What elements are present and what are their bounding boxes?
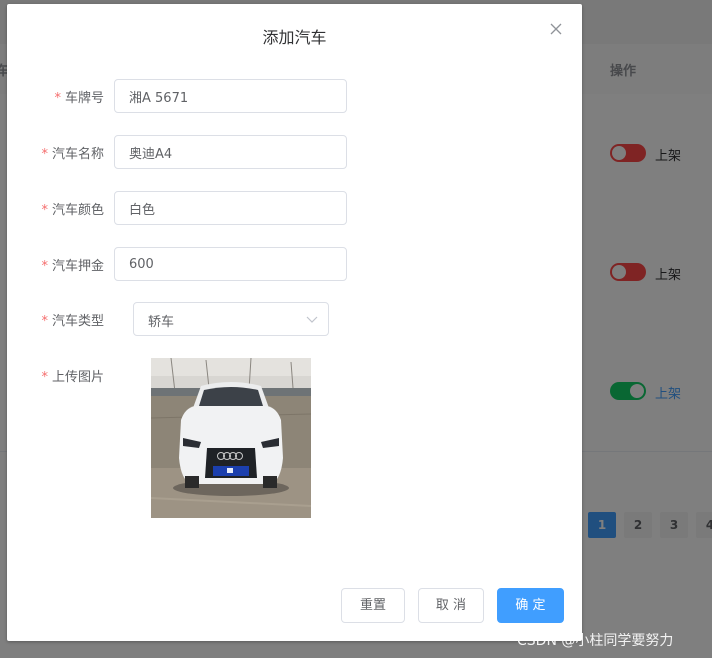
reset-button[interactable]: 重置 xyxy=(341,588,405,623)
car-type-label-text: 汽车类型 xyxy=(51,314,104,329)
form-item-plate: * 车牌号 xyxy=(7,79,582,115)
form-item-name: * 汽车名称 xyxy=(7,135,582,171)
plate-label-text: 车牌号 xyxy=(64,91,104,106)
upload-image-label-text: 上传图片 xyxy=(51,370,104,385)
form-item-deposit: * 汽车押金 xyxy=(7,247,582,283)
upload-image-label: * 上传图片 xyxy=(41,366,104,385)
required-mark: * xyxy=(54,91,61,106)
car-color-input[interactable] xyxy=(114,191,347,225)
dialog-title: 添加汽车 xyxy=(262,28,327,47)
uploaded-car-image[interactable] xyxy=(151,358,311,518)
car-color-label-text: 汽车颜色 xyxy=(51,203,104,218)
required-mark: * xyxy=(41,259,48,274)
deposit-label-text: 汽车押金 xyxy=(51,259,104,274)
required-mark: * xyxy=(41,370,48,385)
add-car-dialog: 添加汽车 *车牌号 *汽车名称 *汽车颜色 *汽车押金 *汽车类型 轿车 *上传… xyxy=(7,4,582,641)
car-name-label-text: 汽车名称 xyxy=(51,147,104,162)
watermark: CSDN @小柱同学要努力 xyxy=(517,633,674,649)
car-type-value: 轿车 xyxy=(148,315,175,330)
plate-input[interactable] xyxy=(114,79,347,113)
close-icon[interactable] xyxy=(547,20,565,38)
plate-label: * 车牌号 xyxy=(54,87,104,106)
car-name-input[interactable] xyxy=(114,135,347,169)
required-mark: * xyxy=(41,147,48,162)
car-type-select[interactable]: 轿车 xyxy=(133,302,329,336)
form-item-type: * 汽车类型 轿车 xyxy=(7,302,582,338)
cancel-button[interactable]: 取 消 xyxy=(418,588,484,623)
required-mark: * xyxy=(41,314,48,329)
deposit-input[interactable] xyxy=(114,247,347,281)
deposit-label: * 汽车押金 xyxy=(41,255,104,274)
form-item-color: * 汽车颜色 xyxy=(7,191,582,227)
car-color-label: * 汽车颜色 xyxy=(41,199,104,218)
confirm-button[interactable]: 确 定 xyxy=(497,588,564,623)
chevron-down-icon xyxy=(306,316,318,323)
required-mark: * xyxy=(41,203,48,218)
car-type-label: * 汽车类型 xyxy=(41,310,104,329)
car-name-label: * 汽车名称 xyxy=(41,143,104,162)
